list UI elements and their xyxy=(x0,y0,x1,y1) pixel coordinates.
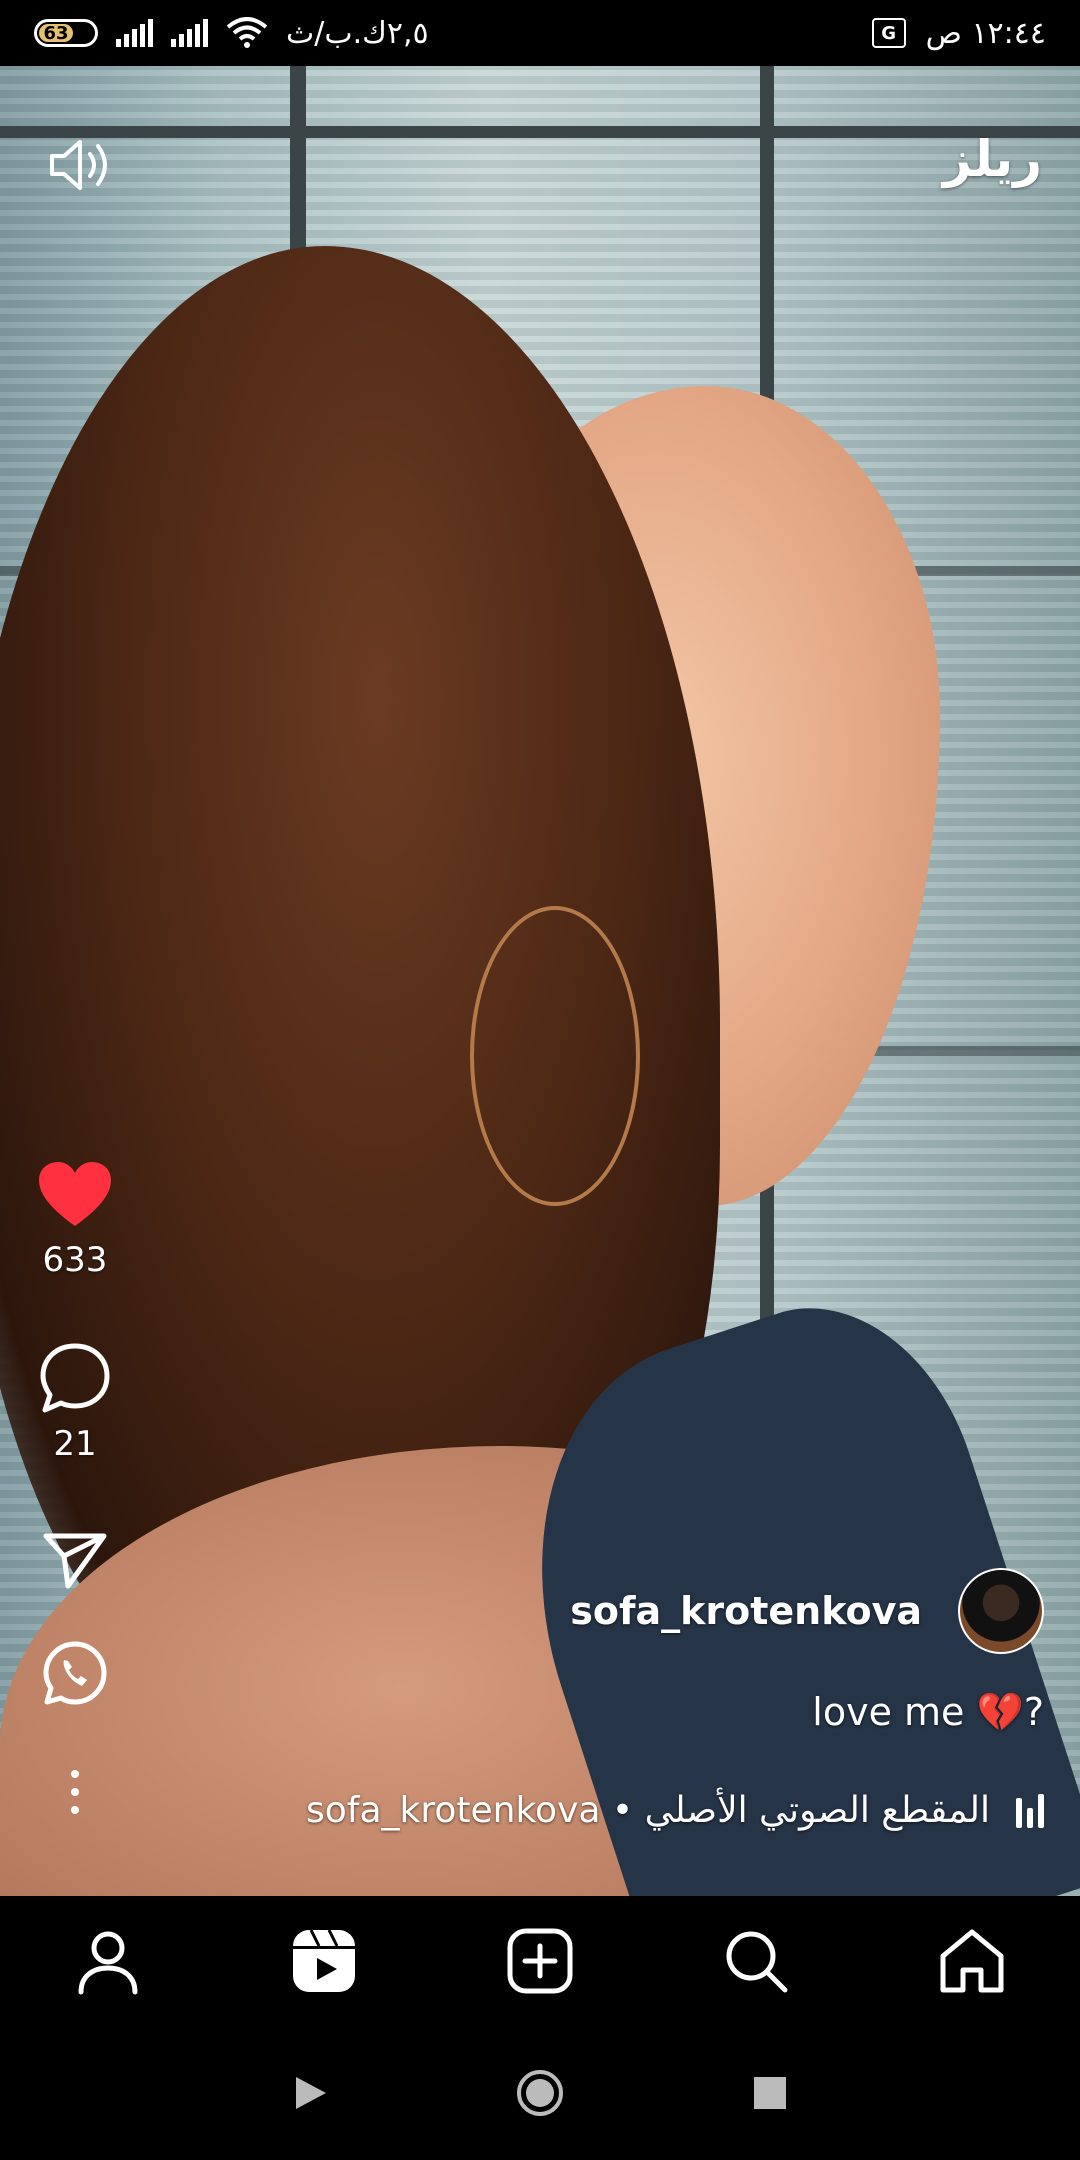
clock: ١٢:٤٤ ص xyxy=(925,15,1046,51)
paper-plane-icon[interactable] xyxy=(42,1530,108,1590)
search-icon[interactable] xyxy=(721,1926,791,1996)
like-count: 633 xyxy=(42,1240,108,1280)
comment-icon[interactable] xyxy=(39,1342,111,1414)
status-right: G ١٢:٤٤ ص xyxy=(871,15,1046,51)
share-button[interactable] xyxy=(42,1530,108,1590)
create-icon[interactable] xyxy=(505,1926,575,1996)
home-circle-icon[interactable] xyxy=(515,2068,565,2118)
more-vertical-icon[interactable] xyxy=(65,1768,85,1816)
system-back-button[interactable] xyxy=(280,2063,340,2123)
more-button[interactable] xyxy=(65,1768,85,1816)
profile-icon[interactable] xyxy=(73,1926,143,1996)
back-icon[interactable] xyxy=(290,2073,330,2113)
page-title: ريلز xyxy=(942,130,1042,188)
whatsapp-icon[interactable] xyxy=(42,1640,108,1706)
speaker-icon[interactable] xyxy=(46,130,116,200)
audio-wave-icon xyxy=(1016,1793,1044,1828)
avatar[interactable] xyxy=(958,1568,1044,1654)
whatsapp-button[interactable] xyxy=(42,1640,108,1706)
comment-button[interactable]: 21 xyxy=(39,1342,111,1464)
wifi-icon xyxy=(226,17,268,48)
status-bar: 63 ٢,٥ك.ب/ث G ١٢:٤٤ ص xyxy=(0,0,1080,66)
nav-home[interactable] xyxy=(927,1916,1017,2006)
post-caption[interactable]: love me 💔? xyxy=(812,1690,1044,1735)
heart-icon[interactable] xyxy=(37,1160,113,1230)
system-recents-button[interactable] xyxy=(740,2063,800,2123)
network-speed: ٢,٥ك.ب/ث xyxy=(286,15,429,51)
audio-row[interactable]: sofa_krotenkova • المقطع الصوتي الأصلي xyxy=(306,1790,1044,1831)
signal-icon-2 xyxy=(171,19,208,47)
nav-create[interactable] xyxy=(495,1916,585,2006)
translate-icon: G xyxy=(871,18,906,48)
nav-profile[interactable] xyxy=(63,1916,153,2006)
action-bar: 633 21 xyxy=(0,1160,150,1816)
battery-level: 63 xyxy=(39,23,74,44)
battery-icon: 63 xyxy=(34,19,98,47)
home-icon[interactable] xyxy=(937,1926,1007,1996)
window-frame xyxy=(0,126,1080,138)
bottom-nav xyxy=(0,1896,1080,2026)
comment-count: 21 xyxy=(53,1424,97,1464)
author-username[interactable]: sofa_krotenkova xyxy=(570,1589,922,1633)
like-button[interactable]: 633 xyxy=(37,1160,113,1280)
earring xyxy=(470,906,640,1206)
signal-icon-1 xyxy=(116,19,153,47)
recents-icon[interactable] xyxy=(752,2075,788,2111)
nav-reels[interactable] xyxy=(279,1916,369,2006)
reels-icon[interactable] xyxy=(289,1926,359,1996)
nav-search[interactable] xyxy=(711,1916,801,2006)
system-nav xyxy=(0,2026,1080,2160)
system-home-button[interactable] xyxy=(510,2063,570,2123)
audio-label[interactable]: sofa_krotenkova • المقطع الصوتي الأصلي xyxy=(306,1790,990,1831)
status-left: 63 ٢,٥ك.ب/ث xyxy=(34,16,429,51)
author-row: sofa_krotenkova xyxy=(570,1568,1044,1654)
